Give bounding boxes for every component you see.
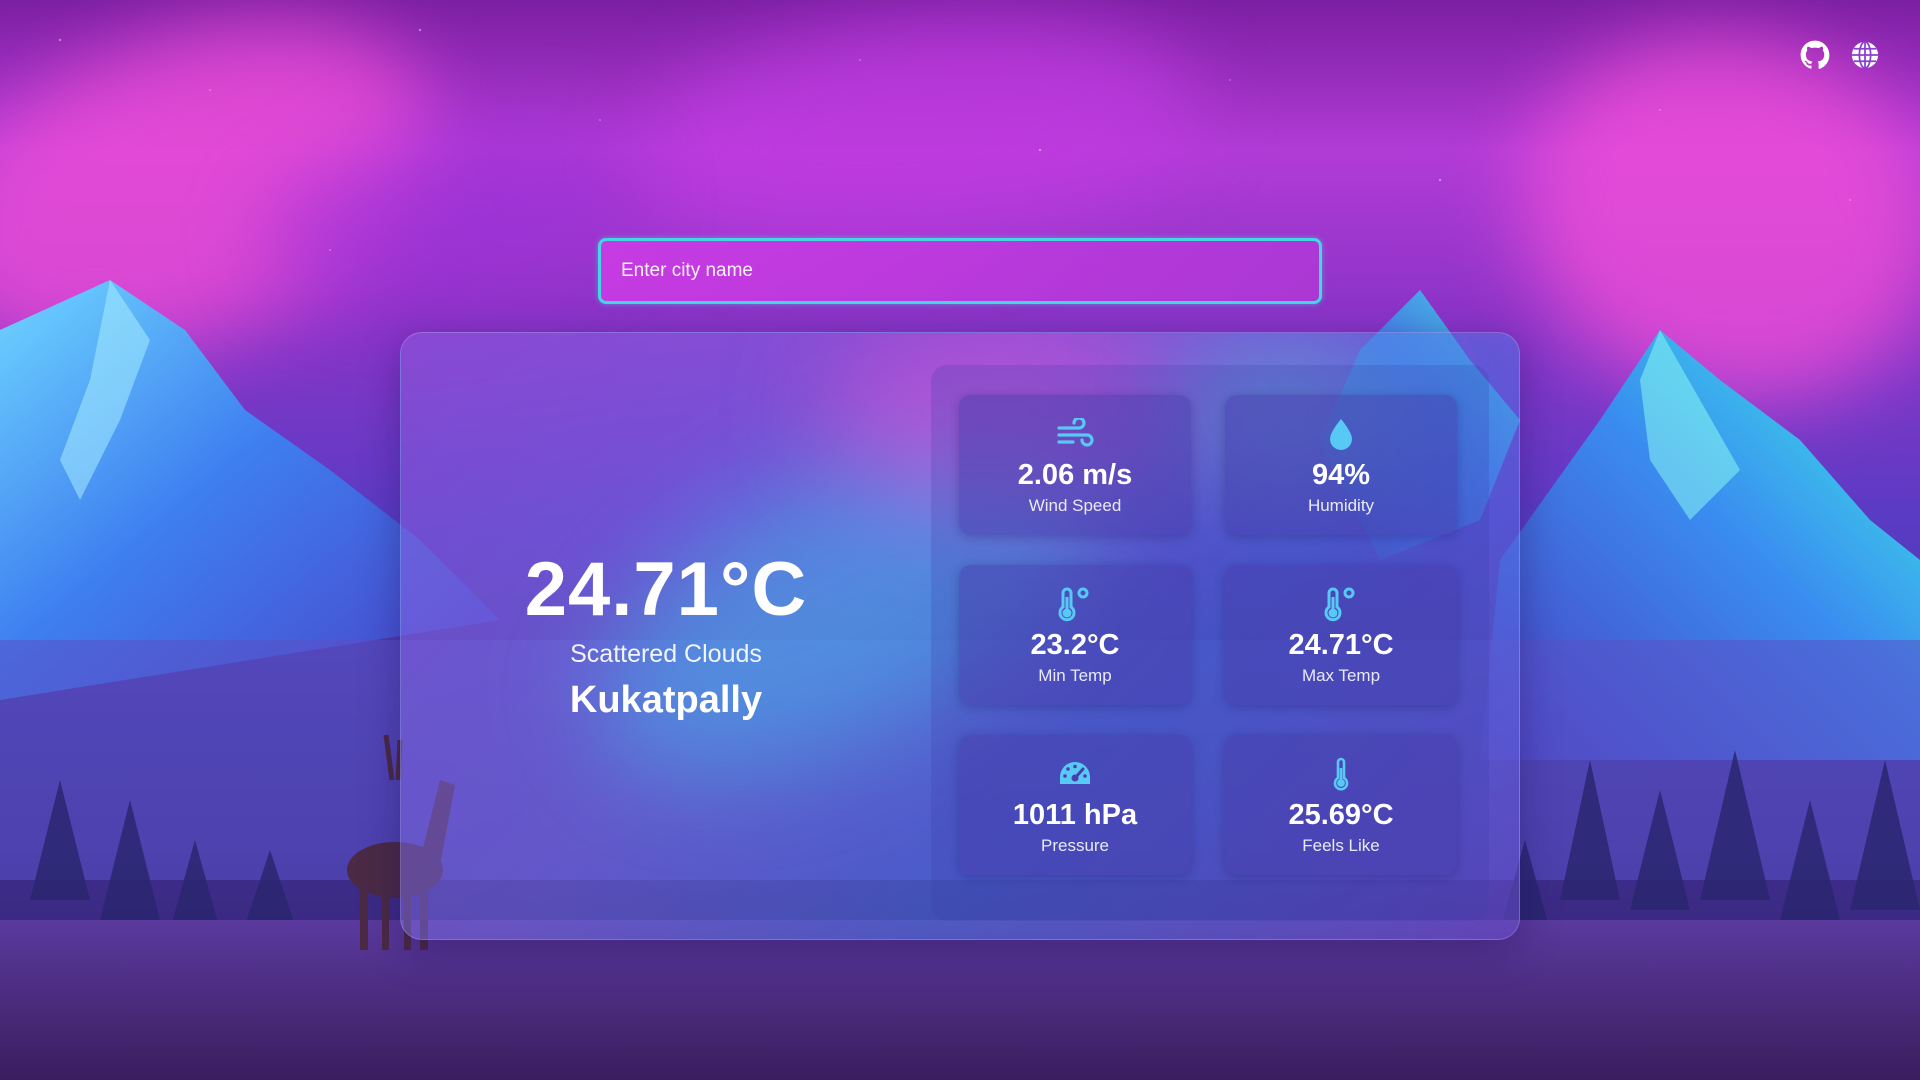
stat-humidity: 94% Humidity xyxy=(1225,395,1457,535)
app-background: 24.71°C Scattered Clouds Kukatpally 2.06… xyxy=(0,0,1920,1080)
github-link-button[interactable] xyxy=(1798,38,1832,72)
stat-value: 24.71°C xyxy=(1288,629,1394,662)
stat-max-temp: 24.71°C Max Temp xyxy=(1225,565,1457,705)
stat-value: 25.69°C xyxy=(1288,799,1394,832)
current-weather: 24.71°C Scattered Clouds Kukatpally xyxy=(401,333,931,939)
stat-value: 1011 hPa xyxy=(1012,799,1138,832)
language-button[interactable] xyxy=(1848,38,1882,72)
stat-label: Pressure xyxy=(1040,835,1110,855)
thermometer-icon xyxy=(1321,754,1361,794)
stat-label: Humidity xyxy=(1307,495,1375,515)
current-temperature: 24.71°C xyxy=(524,547,808,632)
stat-value: 23.2°C xyxy=(1030,629,1120,662)
stat-label: Wind Speed xyxy=(1028,495,1122,515)
humidity-drop-icon xyxy=(1321,414,1361,454)
weather-description: Scattered Clouds xyxy=(570,640,762,668)
thermometer-icon xyxy=(1321,584,1361,624)
meadow xyxy=(0,920,1920,1080)
thermometer-icon xyxy=(1055,584,1095,624)
city-search-box[interactable] xyxy=(598,238,1322,304)
globe-icon xyxy=(1851,41,1879,69)
weather-stats-panel: 2.06 m/s Wind Speed 94% Humidity 23.2°C … xyxy=(931,365,1489,921)
stat-value: 94% xyxy=(1311,459,1371,492)
github-icon xyxy=(1800,40,1830,69)
stat-min-temp: 23.2°C Min Temp xyxy=(959,565,1191,705)
stat-wind-speed: 2.06 m/s Wind Speed xyxy=(959,395,1191,535)
city-search-input[interactable] xyxy=(601,241,1319,301)
wind-icon xyxy=(1055,414,1095,454)
stat-value: 2.06 m/s xyxy=(1017,459,1133,492)
stat-label: Min Temp xyxy=(1038,665,1112,685)
stat-pressure: 1011 hPa Pressure xyxy=(959,735,1191,875)
stat-label: Feels Like xyxy=(1302,835,1380,855)
pressure-gauge-icon xyxy=(1055,754,1095,794)
stat-feels-like: 25.69°C Feels Like xyxy=(1225,735,1457,875)
weather-card: 24.71°C Scattered Clouds Kukatpally 2.06… xyxy=(400,332,1520,940)
city-name: Kukatpally xyxy=(569,679,763,721)
stat-label: Max Temp xyxy=(1301,665,1381,685)
